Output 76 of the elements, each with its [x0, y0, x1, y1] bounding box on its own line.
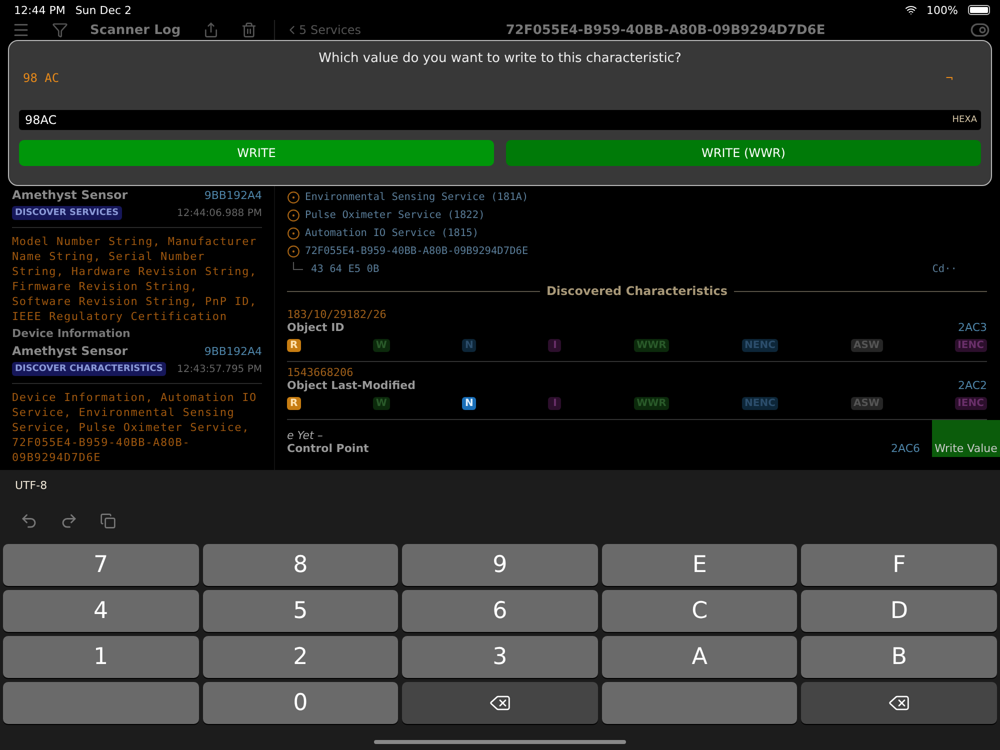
- service-name: Device Information: [12, 326, 132, 342]
- write-button[interactable]: WRITE: [19, 140, 494, 166]
- battery-icon: [968, 5, 990, 15]
- log-details: Device Information, Automation IO Service, Environmental Sensing Service, Pulse Oximeter Service, 72F055E4-B959-40BB-A80B-09B9294D7D6E: [12, 390, 258, 465]
- value-preview: 98 AC: [23, 71, 60, 87]
- property-tag: R: [287, 397, 301, 410]
- service-icon: [287, 208, 300, 222]
- log-time: 12:44:06.988 PM: [176, 208, 262, 218]
- filter-icon[interactable]: [52, 22, 68, 38]
- keyboard-key[interactable]: 4: [3, 590, 199, 632]
- copy-icon[interactable]: [100, 513, 116, 529]
- characteristic-uuid: 2AC6: [890, 442, 920, 454]
- device-id: 9BB192A4: [204, 344, 262, 358]
- characteristic-name: Control Point: [287, 442, 369, 454]
- service-icon: [287, 244, 300, 258]
- trash-icon[interactable]: [240, 22, 257, 38]
- characteristic-value: e Yet –: [287, 428, 324, 442]
- keyboard-key[interactable]: 0: [202, 682, 398, 724]
- status-date: Sun Dec 2: [75, 4, 132, 16]
- keyboard-key[interactable]: 3: [402, 636, 598, 678]
- log-details: Model Number String, Manufacturer Name String, Serial Number String, Hardware Revision String, Firmware Revision String, Software Revision String, PnP ID, IEEE Regulatory Certification: [12, 234, 258, 324]
- battery-level: 100%: [926, 4, 958, 16]
- keyboard-key[interactable]: F: [801, 544, 997, 586]
- keyboard-key[interactable]: B: [801, 636, 997, 678]
- keyboard-key[interactable]: 1: [3, 636, 199, 678]
- keyboard-key[interactable]: 5: [202, 590, 398, 632]
- service-icon: [287, 190, 300, 204]
- write-value-button[interactable]: Write Value: [932, 420, 1000, 457]
- log-title: Scanner Log: [90, 22, 181, 38]
- undo-icon[interactable]: [20, 512, 38, 530]
- service-item[interactable]: Environmental Sensing Service (181A): [305, 191, 528, 203]
- device-name: Amethyst Sensor: [12, 344, 128, 358]
- characteristic-uuid: 2AC2: [958, 379, 987, 392]
- section-heading: Discovered Characteristics: [546, 284, 728, 298]
- value-ascii: Cd··: [932, 263, 957, 275]
- back-link[interactable]: 5 Services: [285, 23, 362, 37]
- characteristic-value: 1543668206: [287, 366, 354, 379]
- format-label: HEXA: [952, 115, 977, 125]
- property-tag: IENC: [954, 339, 987, 352]
- property-tag: R: [287, 339, 301, 352]
- write-button[interactable]: WRITE (WWR): [506, 140, 981, 166]
- status-time: 12:44 PM: [14, 4, 66, 16]
- keyboard-key[interactable]: C: [602, 590, 798, 632]
- redo-icon[interactable]: [60, 512, 78, 530]
- device-name: Amethyst Sensor: [12, 188, 128, 202]
- property-tag: I: [548, 397, 562, 410]
- detail-title: 72F055E4-B959-40BB-A80B-09B9294D7D6E: [504, 22, 826, 38]
- keyboard-key[interactable]: 6: [402, 590, 598, 632]
- ascii-preview: ¬: [946, 71, 953, 87]
- log-time: 12:43:57.795 PM: [176, 364, 262, 374]
- share-icon[interactable]: [202, 22, 219, 38]
- characteristic-uuid: 2AC3: [958, 321, 987, 334]
- action-tag: DISCOVER SERVICES: [12, 206, 122, 220]
- property-tag: N: [462, 397, 476, 410]
- service-item[interactable]: 72F055E4-B959-40BB-A80B-09B9294D7D6E: [305, 245, 528, 257]
- menu-icon[interactable]: [12, 21, 30, 39]
- property-tag: IENC: [954, 397, 987, 410]
- keyboard-key[interactable]: 2: [202, 636, 398, 678]
- characteristic-value: 183/10/29182/26: [287, 308, 388, 321]
- service-item[interactable]: Automation IO Service (1815): [305, 227, 479, 239]
- dialog-prompt: Which value do you want to write to this characteristic?: [318, 51, 682, 66]
- characteristic-name: Object Last-Modified: [287, 379, 416, 392]
- device-id: 9BB192A4: [204, 188, 262, 202]
- property-tag: I: [548, 339, 562, 352]
- keyboard-key[interactable]: E: [602, 544, 798, 586]
- keyboard-key[interactable]: D: [801, 590, 997, 632]
- keyboard-key[interactable]: 7: [3, 544, 199, 586]
- characteristic-name: Object ID: [287, 321, 344, 334]
- action-tag: DISCOVER CHARACTERISTICS: [12, 362, 166, 376]
- keyboard-key[interactable]: 9: [402, 544, 598, 586]
- service-item[interactable]: Pulse Oximeter Service (1822): [305, 209, 485, 221]
- keyboard-key[interactable]: A: [602, 636, 798, 678]
- service-icon: [287, 226, 300, 240]
- encoding-label[interactable]: UTF-8: [15, 478, 48, 492]
- value-hex: 43 64 E5 0B: [311, 263, 380, 275]
- keyboard-key[interactable]: 8: [202, 544, 398, 586]
